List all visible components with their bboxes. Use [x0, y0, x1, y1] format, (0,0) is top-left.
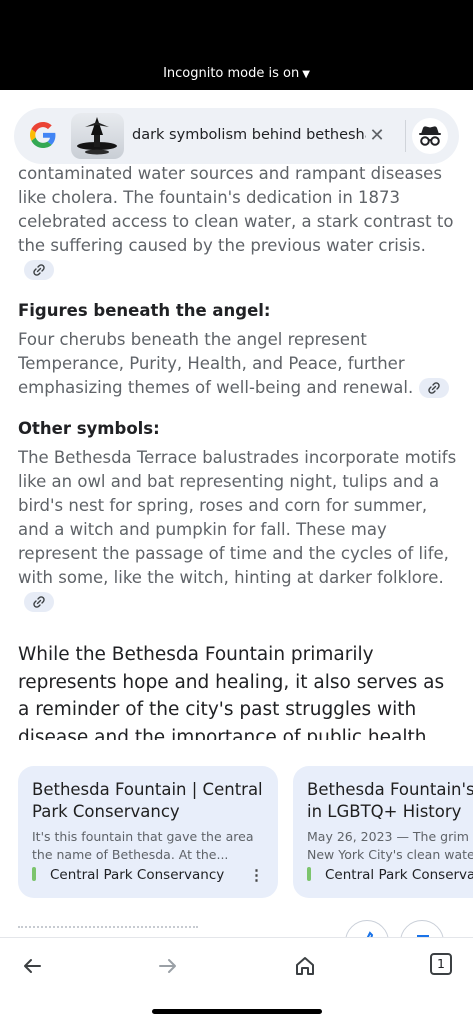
section-heading: Figures beneath the angel:	[18, 301, 271, 320]
site-favicon-icon	[32, 867, 36, 881]
source-card-title: Bethesda Fountain | Central	[32, 780, 263, 799]
tabs-button[interactable]: 1	[421, 950, 461, 980]
forward-button[interactable]	[148, 950, 188, 980]
forward-arrow-icon	[159, 959, 176, 973]
home-button[interactable]	[285, 950, 325, 980]
citation-link-chip[interactable]	[24, 591, 54, 612]
source-card-snippet: It's this fountain that gave the area	[32, 829, 254, 844]
link-icon	[428, 381, 440, 394]
clear-search-icon[interactable]: ✕	[367, 124, 387, 146]
back-button[interactable]	[12, 950, 52, 980]
status-bar: Incognito mode is on ▼	[0, 0, 473, 90]
source-card-snippet: New York City's clean water	[307, 847, 473, 862]
paragraph-text: contaminated water sources and rampant d…	[18, 164, 454, 255]
search-bar[interactable]: dark symbolism behind bethesha ✕	[14, 108, 459, 164]
partial-text-line	[18, 926, 198, 936]
section-paragraph: Four cherubs beneath the angel represent…	[18, 328, 458, 400]
more-options-icon[interactable]: ⋮	[249, 866, 264, 884]
answer-paragraph: contaminated water sources and rampant d…	[18, 162, 458, 282]
back-arrow-icon	[24, 959, 41, 973]
summary-paragraph: While the Bethesda Fountain primarily re…	[18, 641, 458, 740]
incognito-avatar-icon[interactable]	[412, 118, 448, 154]
tab-count-icon: 1	[430, 953, 452, 975]
section-paragraph: The Bethesda Terrace balustrades incorpo…	[18, 446, 458, 614]
incognito-indicator[interactable]: Incognito mode is on ▼	[0, 66, 473, 81]
summary-text: While the Bethesda Fountain primarily re…	[18, 644, 445, 740]
incognito-label: Incognito mode is on	[163, 66, 300, 81]
link-icon	[33, 595, 45, 608]
link-icon	[33, 263, 45, 276]
source-card[interactable]: Bethesda Fountain's in LGBTQ+ History Ma…	[293, 766, 473, 898]
site-favicon-icon	[307, 867, 311, 881]
fountain-thumbnail-image[interactable]	[71, 113, 124, 159]
paragraph-text: The Bethesda Terrace balustrades incorpo…	[18, 448, 457, 587]
source-card-title: Bethesda Fountain's	[307, 780, 473, 799]
paragraph-text: Four cherubs beneath the angel represent…	[18, 330, 414, 397]
source-card-site: Central Park Conservan	[307, 867, 473, 883]
source-card-snippet: May 26, 2023 — The grim re	[307, 829, 473, 844]
source-card[interactable]: Bethesda Fountain | Central Park Conserv…	[18, 766, 278, 898]
source-card-title: Park Conservancy	[32, 802, 180, 821]
source-site-name: Central Park Conservancy	[50, 867, 225, 883]
citation-link-chip[interactable]	[24, 259, 54, 280]
citation-link-chip[interactable]	[419, 377, 450, 398]
home-indicator[interactable]	[152, 1009, 322, 1014]
source-card-snippet: the name of Bethesda. At the...	[32, 847, 229, 862]
source-site-name: Central Park Conservan	[325, 867, 473, 883]
search-query-text[interactable]: dark symbolism behind bethesha	[132, 127, 366, 143]
ai-overview-content: contaminated water sources and rampant d…	[18, 160, 458, 740]
source-cards-carousel[interactable]: Bethesda Fountain | Central Park Conserv…	[18, 766, 473, 898]
home-icon	[296, 957, 314, 975]
source-card-title: in LGBTQ+ History	[307, 802, 462, 821]
google-logo-icon[interactable]	[30, 122, 56, 148]
source-card-site: Central Park Conservancy	[32, 867, 224, 883]
section-heading: Other symbols:	[18, 419, 160, 438]
search-divider	[405, 120, 406, 152]
chevron-down-icon: ▼	[302, 69, 310, 80]
